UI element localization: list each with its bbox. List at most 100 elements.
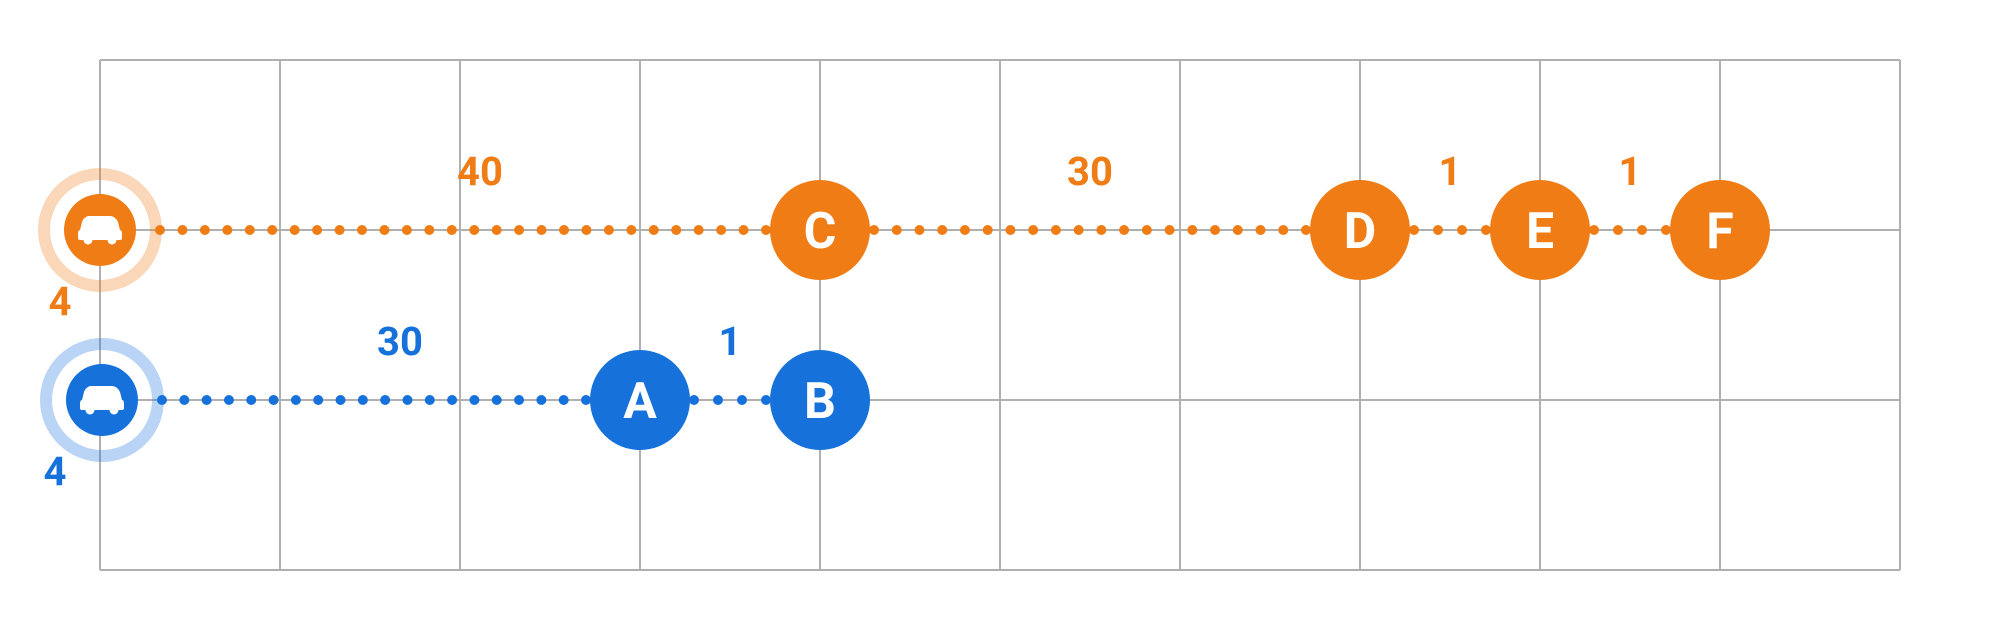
edge-dot [1256,225,1266,235]
edge-dot [336,395,346,405]
edge-dot [267,225,277,235]
node-d-label: D [1344,203,1377,261]
edge-dot [626,225,636,235]
node-f-label: F [1706,203,1733,261]
edge-dot [1051,225,1061,235]
edge-dot [402,395,412,405]
edge-dot [358,395,368,405]
edge-dot [892,225,902,235]
edge-dot [694,225,704,235]
edge-dot [761,225,771,235]
edge-dot [335,225,345,235]
edge-dot [1481,225,1491,235]
node-e-label: E [1526,203,1554,261]
edge-dot [581,225,591,235]
node-b-label: B [804,373,836,431]
edge-dot [290,225,300,235]
edge-dot [1142,225,1152,235]
edge-dot [447,395,457,405]
edge-dot [914,225,924,235]
edge-orange-start-c-weight: 40 [457,148,503,195]
edge-d-e-weight: 1 [1439,148,1462,195]
edge-dot [671,225,681,235]
edge-dot [1005,225,1015,235]
edge-c-d-weight: 30 [1067,148,1113,195]
edge-dot [1210,225,1220,235]
edge-dot [179,395,189,405]
edge-dot [492,225,502,235]
edge-dot [1187,225,1197,235]
node-b: B [770,350,870,450]
node-a: A [590,350,690,450]
node-f: F [1670,180,1770,280]
edge-dot [357,225,367,235]
edge-dot [447,225,457,235]
edge-dot [402,225,412,235]
edge-dot [1661,225,1671,235]
edge-dot [380,395,390,405]
edge-dot [1233,225,1243,235]
edge-dot [469,395,479,405]
edge-dot [869,225,879,235]
vehicle-orange-capacity: 4 [49,278,72,325]
vehicle-blue-capacity: 4 [44,448,67,495]
edge-dot [202,395,212,405]
edges: 40 30 1 1 30 1 [155,148,1671,405]
node-c-label: C [804,203,837,261]
edge-dot [937,225,947,235]
edge-orange-start-c: 40 [155,148,771,235]
edge-c-d: 30 [869,148,1311,235]
edge-dot [379,225,389,235]
edge-dot [1637,225,1647,235]
edge-dot [1613,225,1623,235]
node-a-label: A [623,373,657,431]
edge-dot [1074,225,1084,235]
edge-dot [1119,225,1129,235]
edge-a-b-weight: 1 [719,318,742,365]
edge-dot [761,395,771,405]
node-d: D [1310,180,1410,280]
edge-dot [581,395,591,405]
edge-d-e: 1 [1409,148,1491,235]
edge-dot [960,225,970,235]
edge-dot [425,395,435,405]
edge-dot [177,225,187,235]
edge-dot [224,395,234,405]
edge-dot [716,225,726,235]
edge-dot [983,225,993,235]
edge-dot [559,395,569,405]
edge-dot [1409,225,1419,235]
edge-dot [537,225,547,235]
edge-dot [737,395,747,405]
edge-dot [1165,225,1175,235]
edge-e-f: 1 [1589,148,1671,235]
edge-dot [1301,225,1311,235]
edge-blue-start-a-weight: 30 [377,318,423,365]
edge-dot [222,225,232,235]
edge-dot [1433,225,1443,235]
edge-dot [424,225,434,235]
edge-e-f-weight: 1 [1619,148,1642,195]
edge-dot [739,225,749,235]
diagram-canvas: 40 30 1 1 30 1 C D E F A B 4 4 [0,0,2000,618]
edge-dot [713,395,723,405]
edge-a-b: 1 [689,318,771,405]
edge-dot [312,225,322,235]
edge-dot [269,395,279,405]
edge-dot [514,395,524,405]
route-diagram: 40 30 1 1 30 1 C D E F A B 4 4 [0,0,2000,618]
edge-dot [469,225,479,235]
edge-dot [559,225,569,235]
edge-dot [246,395,256,405]
edge-dot [536,395,546,405]
edge-dot [492,395,502,405]
edge-dot [313,395,323,405]
node-e: E [1490,180,1590,280]
grid [100,60,1900,570]
edge-dot [291,395,301,405]
node-c: C [770,180,870,280]
edge-dot [1457,225,1467,235]
edge-dot [604,225,614,235]
edge-dot [1278,225,1288,235]
edge-dot [245,225,255,235]
